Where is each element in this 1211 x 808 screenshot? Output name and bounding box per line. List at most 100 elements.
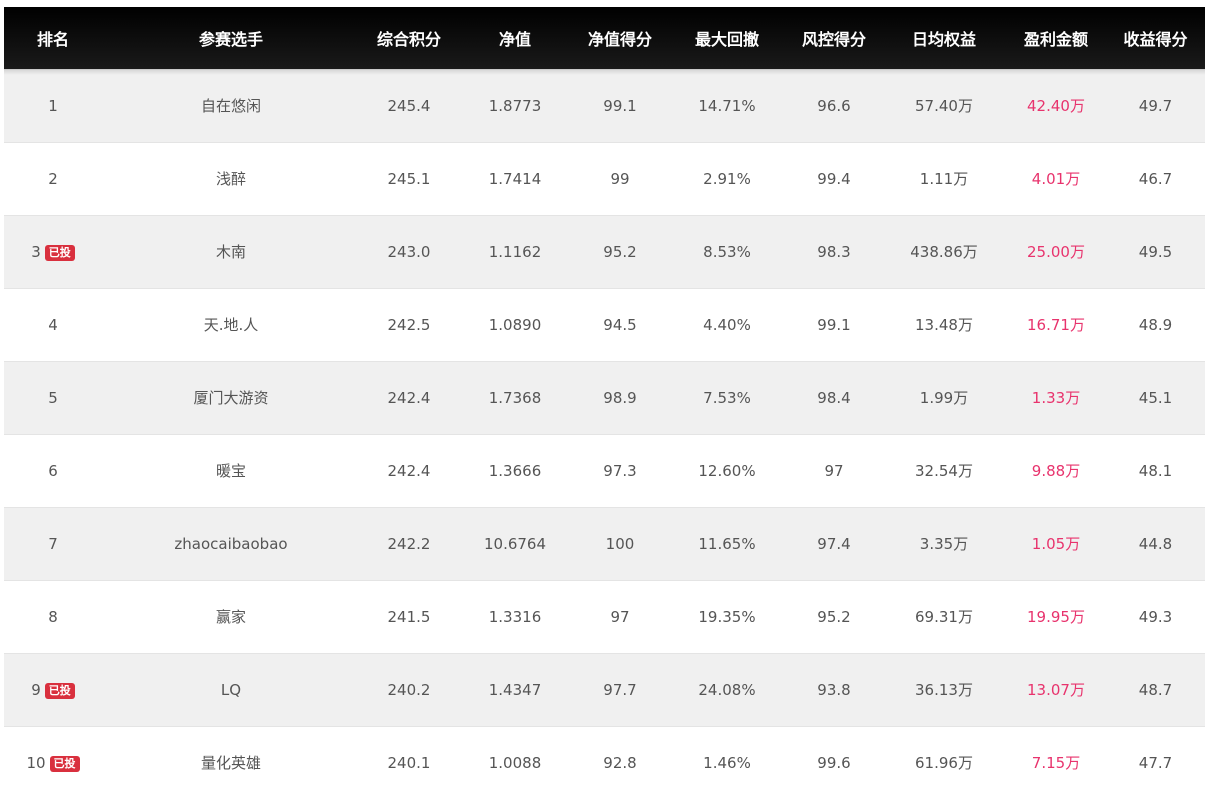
nav-score: 99.1: [603, 96, 637, 115]
nav-score: 99: [610, 169, 630, 188]
table-row[interactable]: 8 赢家 241.5 1.3316 97 19.35% 95.2 69.31万 19.95万 49…: [4, 580, 1205, 653]
header-player[interactable]: 参赛选手: [102, 7, 360, 69]
rank-cell: 2: [4, 142, 102, 215]
rank-number: 2: [48, 169, 58, 188]
risk-score: 98.4: [817, 388, 851, 407]
nav-value: 1.0890: [488, 315, 542, 334]
return-score: 49.7: [1138, 96, 1173, 115]
max-drawdown: 2.91%: [703, 169, 751, 188]
rank-number: 8: [48, 607, 58, 626]
return-score: 46.7: [1138, 169, 1173, 188]
risk-score: 97.4: [817, 534, 851, 553]
daily-equity: 57.40万: [915, 97, 973, 115]
nav-score: 94.5: [603, 315, 637, 334]
rank-cell: 4: [4, 288, 102, 361]
rank-cell: 8: [4, 580, 102, 653]
return-score: 48.9: [1138, 315, 1173, 334]
invested-badge: 已投: [44, 244, 75, 261]
nav-score: 100: [605, 534, 635, 553]
risk-score: 96.6: [817, 96, 851, 115]
max-drawdown: 24.08%: [698, 680, 756, 699]
header-rank[interactable]: 排名: [4, 7, 102, 69]
daily-equity: 1.11万: [919, 170, 969, 188]
rank-cell: 5: [4, 361, 102, 434]
rank-number: 1: [48, 96, 58, 115]
composite-score: 245.1: [387, 169, 431, 188]
nav-value: 1.4347: [488, 680, 542, 699]
rank-number: 7: [48, 534, 58, 553]
player-name[interactable]: 自在悠闲: [102, 69, 360, 142]
header-profit[interactable]: 盈利金额: [1006, 7, 1106, 69]
max-drawdown: 4.40%: [703, 315, 751, 334]
rank-number: 4: [48, 315, 58, 334]
composite-score: 243.0: [387, 242, 431, 261]
rank-number: 3: [31, 242, 41, 261]
rank-number: 5: [48, 388, 58, 407]
composite-score: 242.4: [387, 461, 431, 480]
header-risk-score[interactable]: 风控得分: [786, 7, 882, 69]
player-name[interactable]: 木南: [102, 215, 360, 288]
profit-amount: 9.88万: [1031, 462, 1081, 480]
profit-amount: 25.00万: [1027, 243, 1085, 261]
nav-value: 1.7368: [488, 388, 542, 407]
nav-score: 97: [610, 607, 630, 626]
table-row[interactable]: 1 自在悠闲 245.4 1.8773 99.1 14.71% 96.6 57.40万 42.4…: [4, 69, 1205, 142]
rank-number: 10: [26, 753, 46, 772]
profit-amount: 1.05万: [1031, 535, 1081, 553]
header-nav[interactable]: 净值: [458, 7, 572, 69]
daily-equity: 32.54万: [915, 462, 973, 480]
nav-value: 10.6764: [483, 534, 547, 553]
player-name[interactable]: zhaocaibaobao: [102, 507, 360, 580]
header-daily-equity[interactable]: 日均权益: [882, 7, 1006, 69]
rank-cell: 3 已投: [4, 215, 102, 288]
table-row[interactable]: 9 已投 LQ 240.2 1.4347 97.7 24.08% 93.8 36.13万 13.0…: [4, 653, 1205, 726]
table-row[interactable]: 10 已投 量化英雄 240.1 1.0088 92.8 1.46% 99.6 61.96万 7.…: [4, 726, 1205, 799]
table-row[interactable]: 3 已投 木南 243.0 1.1162 95.2 8.53% 98.3 438.86万 25.0…: [4, 215, 1205, 288]
daily-equity: 69.31万: [915, 608, 973, 626]
table-row[interactable]: 4 天.地.人 242.5 1.0890 94.5 4.40% 99.1 13.48万 16.7…: [4, 288, 1205, 361]
rank-cell: 1: [4, 69, 102, 142]
profit-amount: 7.15万: [1031, 754, 1081, 773]
profit-amount: 1.33万: [1031, 389, 1081, 407]
rank-cell: 7: [4, 507, 102, 580]
header-max-drawdown[interactable]: 最大回撤: [668, 7, 786, 69]
risk-score: 98.3: [817, 242, 851, 261]
player-name[interactable]: 量化英雄: [102, 726, 360, 799]
nav-value: 1.1162: [488, 242, 542, 261]
risk-score: 99.4: [817, 169, 851, 188]
max-drawdown: 19.35%: [698, 607, 756, 626]
risk-score: 97: [824, 461, 844, 480]
invested-badge: 已投: [49, 755, 80, 772]
header-nav-score[interactable]: 净值得分: [572, 7, 668, 69]
rank-number: 6: [48, 461, 58, 480]
risk-score: 93.8: [817, 680, 851, 699]
player-name[interactable]: 赢家: [102, 580, 360, 653]
table-row[interactable]: 7 zhaocaibaobao 242.2 10.6764 100 11.65% 97.4 3…: [4, 507, 1205, 580]
nav-value: 1.3316: [488, 607, 542, 626]
return-score: 45.1: [1138, 388, 1173, 407]
player-name[interactable]: 厦门大游资: [102, 361, 360, 434]
header-composite-score[interactable]: 综合积分: [360, 7, 458, 69]
return-score: 49.3: [1138, 607, 1173, 626]
return-score: 49.5: [1138, 242, 1173, 261]
nav-score: 92.8: [603, 753, 637, 772]
player-name[interactable]: LQ: [102, 653, 360, 726]
table-row[interactable]: 5 厦门大游资 242.4 1.7368 98.9 7.53% 98.4 1.99万 1.33万…: [4, 361, 1205, 434]
table-row[interactable]: 6 暖宝 242.4 1.3666 97.3 12.60% 97 32.54万 9.88万 48.…: [4, 434, 1205, 507]
nav-score: 97.7: [603, 680, 637, 699]
player-name[interactable]: 天.地.人: [102, 288, 360, 361]
ranking-table: 排名 参赛选手 综合积分 净值 净值得分 最大回撤 风控得分 日均权益 盈利金额…: [4, 7, 1205, 799]
profit-amount: 13.07万: [1027, 681, 1085, 699]
composite-score: 241.5: [387, 607, 431, 626]
return-score: 47.7: [1138, 753, 1173, 772]
profit-amount: 19.95万: [1027, 608, 1085, 626]
header-return-score[interactable]: 收益得分: [1106, 7, 1205, 69]
table-body: 1 自在悠闲 245.4 1.8773 99.1 14.71% 96.6 57.40万 42.4…: [4, 69, 1205, 799]
profit-amount: 42.40万: [1027, 97, 1085, 115]
profit-amount: 16.71万: [1027, 316, 1085, 334]
table-row[interactable]: 2 浅醉 245.1 1.7414 99 2.91% 99.4 1.11万 4.01万 46.7: [4, 142, 1205, 215]
player-name[interactable]: 浅醉: [102, 142, 360, 215]
composite-score: 245.4: [387, 96, 431, 115]
max-drawdown: 14.71%: [698, 96, 756, 115]
player-name[interactable]: 暖宝: [102, 434, 360, 507]
